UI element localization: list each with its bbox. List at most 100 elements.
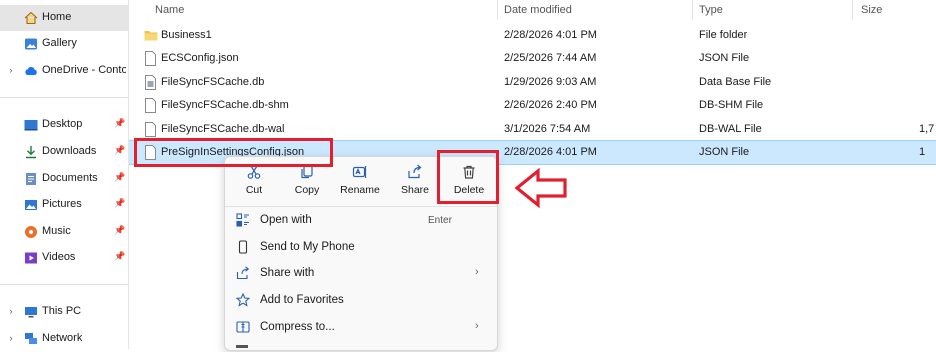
documents-icon: [24, 172, 38, 186]
pin-icon[interactable]: 📌: [114, 225, 125, 236]
column-divider[interactable]: [497, 0, 498, 20]
menu-item-open-with[interactable]: Open with Enter: [225, 207, 497, 233]
nav-divider: [0, 97, 128, 98]
highlight-box-delete: [437, 150, 499, 204]
column-header-size[interactable]: Size: [861, 4, 882, 16]
rename-button[interactable]: Rename: [339, 163, 381, 201]
desktop-icon: [24, 118, 38, 132]
file-name: ECSConfig.json: [161, 52, 239, 64]
nav-item-pictures[interactable]: Pictures 📌: [0, 192, 128, 218]
file-icon: [144, 98, 157, 113]
column-header-type[interactable]: Type: [699, 4, 723, 16]
cut-button[interactable]: Cut: [239, 163, 269, 201]
menu-item-label: Compress to...: [260, 321, 335, 333]
file-type: Data Base File: [699, 76, 772, 88]
menu-item-add-to-favorites[interactable]: Add to Favorites: [225, 287, 497, 313]
pin-icon[interactable]: 📌: [114, 118, 125, 129]
nav-label: Network: [42, 332, 83, 344]
file-date: 2/25/2026 7:44 AM: [504, 52, 597, 64]
nav-label: Desktop: [42, 118, 83, 130]
chevron-right-icon[interactable]: ›: [6, 333, 16, 343]
menu-item-compress-to[interactable]: Compress to... ›: [225, 314, 497, 340]
chevron-right-icon: ›: [475, 266, 479, 278]
gallery-icon: [24, 37, 38, 51]
share-icon: [406, 163, 424, 181]
pin-icon[interactable]: 📌: [114, 251, 125, 262]
column-divider[interactable]: [852, 0, 853, 20]
column-divider[interactable]: [692, 0, 693, 20]
file-date: 2/26/2026 2:40 PM: [504, 99, 597, 111]
home-icon: [24, 11, 38, 25]
file-row[interactable]: FileSyncFSCache.db-shm 2/26/2026 2:40 PM…: [129, 94, 936, 117]
nav-label: Videos: [42, 251, 76, 263]
file-date: 2/28/2026 4:01 PM: [504, 29, 597, 41]
rename-label: Rename: [340, 184, 380, 196]
share-button[interactable]: Share: [399, 163, 431, 201]
file-icon: [144, 122, 157, 137]
nav-item-onedrive[interactable]: › OneDrive - Contoso: [0, 58, 128, 84]
pictures-icon: [24, 198, 38, 212]
nav-item-videos[interactable]: Videos 📌: [0, 245, 128, 271]
chevron-right-icon[interactable]: ›: [6, 65, 16, 75]
nav-item-home[interactable]: Home: [0, 5, 128, 31]
nav-item-desktop[interactable]: Desktop 📌: [0, 112, 128, 138]
nav-item-documents[interactable]: Documents 📌: [0, 166, 128, 192]
nav-label: Music: [42, 225, 71, 237]
copy-label: Copy: [294, 184, 320, 196]
star-icon: [235, 292, 251, 308]
videos-icon: [24, 251, 38, 265]
file-icon: [144, 51, 157, 66]
file-date: 3/1/2026 7:54 AM: [504, 123, 591, 135]
nav-item-music[interactable]: Music 📌: [0, 219, 128, 245]
file-size: 1: [919, 146, 926, 158]
menu-item-label: Add to Favorites: [260, 294, 344, 306]
nav-item-network[interactable]: › Network: [0, 326, 128, 352]
highlight-box-selected-file: [134, 138, 333, 167]
column-header-date[interactable]: Date modified: [504, 4, 572, 16]
file-type: DB-WAL File: [699, 123, 762, 135]
database-file-icon: [144, 75, 157, 90]
chevron-right-icon[interactable]: ›: [6, 306, 16, 316]
network-icon: [24, 332, 38, 346]
nav-item-gallery[interactable]: Gallery: [0, 31, 128, 57]
menu-item-send-to-phone[interactable]: Send to My Phone: [225, 234, 497, 260]
column-header-name[interactable]: Name: [155, 4, 184, 16]
menu-item-partial-icon: [236, 345, 248, 348]
rename-icon: [351, 163, 369, 181]
file-row[interactable]: Business1 2/28/2026 4:01 PM File folder: [129, 24, 936, 47]
file-type: JSON File: [699, 52, 750, 64]
nav-label: Pictures: [42, 198, 82, 210]
red-arrow-icon: [514, 168, 567, 208]
sort-indicator-icon: ^: [319, 0, 323, 4]
nav-label: This PC: [42, 305, 82, 317]
nav-label: Downloads: [42, 145, 97, 157]
nav-item-this-pc[interactable]: › This PC: [0, 299, 128, 325]
file-size: 1,7: [919, 123, 935, 135]
music-icon: [24, 225, 38, 239]
computer-icon: [24, 305, 38, 319]
nav-label: OneDrive - Contoso: [42, 64, 126, 76]
menu-item-label: Open with: [260, 214, 312, 226]
pin-icon[interactable]: 📌: [114, 145, 125, 156]
pin-icon[interactable]: 📌: [114, 198, 125, 209]
file-type: JSON File: [699, 146, 750, 158]
nav-label: Home: [42, 11, 72, 23]
download-icon: [24, 145, 38, 159]
pin-icon[interactable]: 📌: [114, 172, 125, 183]
menu-item-label: Share with: [260, 267, 315, 279]
copy-button[interactable]: Copy: [291, 163, 323, 201]
phone-icon: [235, 239, 251, 255]
nav-divider: [0, 284, 128, 285]
cloud-icon: [24, 64, 38, 78]
file-row[interactable]: FileSyncFSCache.db 1/29/2026 9:03 AM Dat…: [129, 71, 936, 94]
file-name: FileSyncFSCache.db: [161, 76, 265, 88]
file-row[interactable]: ECSConfig.json 2/25/2026 7:44 AM JSON Fi…: [129, 47, 936, 70]
nav-item-downloads[interactable]: Downloads 📌: [0, 139, 128, 165]
file-name: FileSyncFSCache.db-wal: [161, 123, 285, 135]
nav-label: Documents: [42, 172, 98, 184]
navigation-pane: Home Gallery › OneDrive - Contoso Deskto…: [0, 0, 129, 349]
menu-item-share-with[interactable]: Share with ›: [225, 260, 497, 286]
chevron-right-icon: ›: [475, 320, 479, 332]
menu-item-label: Send to My Phone: [260, 241, 355, 253]
share-with-icon: [235, 265, 251, 281]
